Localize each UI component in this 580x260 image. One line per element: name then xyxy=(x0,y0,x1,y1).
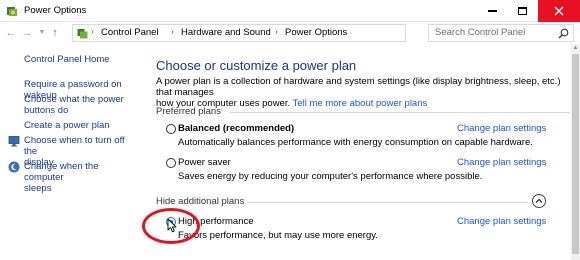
sidebar-link-label: Choose what the power xyxy=(24,94,124,105)
sidebar-link-computer-sleeps[interactable]: Change when the computer sleeps xyxy=(24,161,140,194)
section-divider xyxy=(230,112,570,113)
breadcrumb-separator-icon: › xyxy=(171,27,174,36)
collapse-plans-button[interactable] xyxy=(532,194,546,208)
sidebar-link-label: sleeps xyxy=(24,183,52,194)
breadcrumb-hardware-and-sound[interactable]: Hardware and Sound xyxy=(181,27,271,38)
up-arrow-icon[interactable]: ↑ xyxy=(48,25,62,41)
intro-text: A power plan is a collection of hardware… xyxy=(156,76,566,109)
sidebar: Control Panel Home Require a password on… xyxy=(0,44,140,260)
preferred-plans-label: Preferred plans xyxy=(156,106,221,117)
hide-additional-plans-label[interactable]: Hide additional plans xyxy=(156,196,244,207)
recent-locations-chevron-icon[interactable]: ▼ xyxy=(37,25,47,41)
plan-description: Automatically balances performance with … xyxy=(178,137,533,148)
close-icon xyxy=(554,6,564,16)
maximize-icon xyxy=(518,7,527,15)
power-plans-help-link[interactable]: Tell me more about power plans xyxy=(293,98,428,109)
address-field[interactable]: › Control Panel › Hardware and Sound › P… xyxy=(72,24,465,42)
address-bar-row: ← → ▼ ↑ › Control Panel › Hardware and S… xyxy=(0,22,580,44)
chevron-up-icon xyxy=(535,198,543,203)
breadcrumb-power-options[interactable]: Power Options xyxy=(285,27,347,38)
plan-name-power-saver[interactable]: Power saver xyxy=(178,157,231,168)
plan-name-balanced[interactable]: Balanced (recommended) xyxy=(178,123,294,134)
vertical-scrollbar[interactable]: ▲ xyxy=(571,44,580,260)
display-icon xyxy=(8,136,20,147)
minimize-icon xyxy=(488,10,497,12)
minimize-button[interactable] xyxy=(478,0,507,22)
change-plan-settings-link-power-saver[interactable]: Change plan settings xyxy=(457,157,546,168)
mouse-pointer-icon xyxy=(167,218,177,233)
main-panel: Choose or customize a power plan A power… xyxy=(140,44,580,260)
scroll-up-arrow-icon[interactable]: ▲ xyxy=(571,44,580,53)
sleep-moon-icon xyxy=(8,161,20,173)
search-icon[interactable] xyxy=(558,28,569,39)
radio-power-saver[interactable] xyxy=(166,158,176,168)
radio-balanced[interactable] xyxy=(166,124,176,134)
plan-description: Saves energy by reducing your computer's… xyxy=(178,171,483,182)
breadcrumb-separator-icon: › xyxy=(275,27,278,36)
window-title: Power Options xyxy=(24,5,87,16)
control-panel-icon xyxy=(77,29,88,39)
page-title: Choose or customize a power plan xyxy=(156,58,357,73)
control-panel-home-link[interactable]: Control Panel Home xyxy=(24,54,110,65)
power-options-icon xyxy=(7,7,17,16)
back-arrow-icon[interactable]: ← xyxy=(4,25,18,41)
scrollbar-thumb[interactable] xyxy=(572,54,579,254)
title-bar: Power Options xyxy=(0,0,580,22)
plan-description: Favors performance, but may use more ene… xyxy=(178,230,378,241)
maximize-button[interactable] xyxy=(508,0,537,22)
close-button[interactable] xyxy=(538,0,580,22)
change-plan-settings-link-balanced[interactable]: Change plan settings xyxy=(457,123,546,134)
sidebar-link-create-plan[interactable]: Create a power plan xyxy=(24,120,110,131)
search-input[interactable]: Search Control Panel xyxy=(428,24,574,42)
sidebar-link-label: Choose when to turn off the xyxy=(24,135,125,157)
forward-arrow-icon[interactable]: → xyxy=(20,25,34,41)
breadcrumb-separator-icon: › xyxy=(91,27,94,36)
search-placeholder: Search Control Panel xyxy=(435,27,526,38)
sidebar-link-power-buttons[interactable]: Choose what the power buttons do xyxy=(24,94,124,116)
breadcrumb-control-panel[interactable]: Control Panel xyxy=(101,27,159,38)
intro-line-1: A power plan is a collection of hardware… xyxy=(156,76,561,98)
sidebar-link-label: buttons do xyxy=(24,105,69,116)
change-plan-settings-link-high-performance[interactable]: Change plan settings xyxy=(457,216,546,227)
section-divider xyxy=(246,202,528,203)
sidebar-link-label: Change when the computer xyxy=(24,161,99,183)
